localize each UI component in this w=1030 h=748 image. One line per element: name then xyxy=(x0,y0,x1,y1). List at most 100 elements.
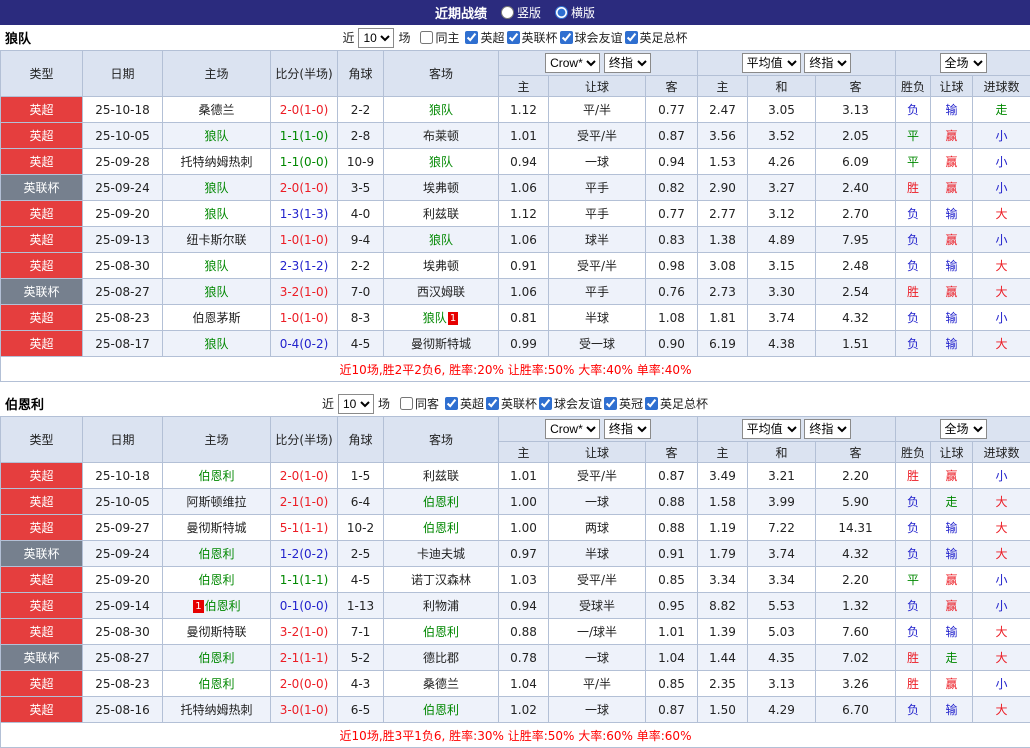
away-team-cell[interactable]: 伯恩利 xyxy=(384,697,499,723)
league-filter[interactable]: 英超 xyxy=(445,395,484,412)
home-team-cell[interactable]: 狼队 xyxy=(163,253,271,279)
home-team-cell[interactable]: 阿斯顿维拉 xyxy=(163,489,271,515)
score-cell[interactable]: 2-1(1-1) xyxy=(271,645,338,671)
away-team-cell[interactable]: 布莱顿 xyxy=(384,123,499,149)
league-checkbox[interactable] xyxy=(507,31,520,44)
score-cell[interactable]: 1-0(1-0) xyxy=(271,305,338,331)
layout-vertical-option[interactable]: 竖版 xyxy=(501,4,541,21)
home-team-cell[interactable]: 伯恩利 xyxy=(163,671,271,697)
home-team-cell[interactable]: 狼队 xyxy=(163,279,271,305)
home-team-cell[interactable]: 曼彻斯特城 xyxy=(163,515,271,541)
home-team-cell[interactable]: 伯恩利 xyxy=(163,645,271,671)
away-team-cell[interactable]: 埃弗顿 xyxy=(384,253,499,279)
home-team-cell[interactable]: 桑德兰 xyxy=(163,97,271,123)
odds-stage-select[interactable]: 终指 xyxy=(604,53,651,73)
odds-stage-select[interactable]: 终指 xyxy=(604,419,651,439)
away-team-cell[interactable]: 埃弗顿 xyxy=(384,175,499,201)
home-team-cell[interactable]: 狼队 xyxy=(163,331,271,357)
score-cell[interactable]: 2-3(1-2) xyxy=(271,253,338,279)
avg-source-select[interactable]: 平均值 xyxy=(742,53,801,73)
away-team-cell[interactable]: 德比郡 xyxy=(384,645,499,671)
league-filter[interactable]: 球会友谊 xyxy=(560,29,623,46)
league-checkbox[interactable] xyxy=(604,397,617,410)
league-filter[interactable]: 英冠 xyxy=(604,395,643,412)
league-filter[interactable]: 英联杯 xyxy=(486,395,537,412)
home-team-cell[interactable]: 伯恩利 xyxy=(163,567,271,593)
score-cell[interactable]: 2-0(1-0) xyxy=(271,463,338,489)
match-count-select[interactable]: 10 xyxy=(338,394,374,414)
home-team-cell[interactable]: 伯恩利 xyxy=(163,541,271,567)
away-team-cell[interactable]: 利兹联 xyxy=(384,463,499,489)
league-checkbox[interactable] xyxy=(445,397,458,410)
away-team-cell[interactable]: 狼队 xyxy=(384,97,499,123)
layout-horizontal-option[interactable]: 横版 xyxy=(555,4,595,21)
match-count-select[interactable]: 10 xyxy=(358,28,394,48)
home-team-cell[interactable]: 狼队 xyxy=(163,201,271,227)
home-team-cell[interactable]: 曼彻斯特联 xyxy=(163,619,271,645)
away-team-cell[interactable]: 利兹联 xyxy=(384,201,499,227)
away-team-cell[interactable]: 曼彻斯特城 xyxy=(384,331,499,357)
away-team-cell[interactable]: 伯恩利 xyxy=(384,489,499,515)
same-venue-checkbox[interactable] xyxy=(420,31,433,44)
odds-source-select[interactable]: Crow* xyxy=(545,419,600,439)
league-checkbox[interactable] xyxy=(486,397,499,410)
league-filter[interactable]: 英足总杯 xyxy=(645,395,708,412)
avg-stage-select[interactable]: 终指 xyxy=(804,53,851,73)
score-cell[interactable]: 2-1(1-0) xyxy=(271,489,338,515)
home-team-cell[interactable]: 1伯恩利 xyxy=(163,593,271,619)
score-cell[interactable]: 2-0(1-0) xyxy=(271,175,338,201)
score-cell[interactable]: 2-0(0-0) xyxy=(271,671,338,697)
away-team-cell[interactable]: 狼队 xyxy=(384,227,499,253)
score-cell[interactable]: 1-3(1-3) xyxy=(271,201,338,227)
avg-stage-select[interactable]: 终指 xyxy=(804,419,851,439)
home-team-cell[interactable]: 狼队 xyxy=(163,123,271,149)
away-team-cell[interactable]: 伯恩利 xyxy=(384,619,499,645)
score-cell[interactable]: 0-1(0-0) xyxy=(271,593,338,619)
odds-source-select[interactable]: Crow* xyxy=(545,53,600,73)
score-cell[interactable]: 1-1(0-0) xyxy=(271,149,338,175)
score-cell[interactable]: 1-1(1-0) xyxy=(271,123,338,149)
league-checkbox[interactable] xyxy=(539,397,552,410)
league-filter[interactable]: 英联杯 xyxy=(507,29,558,46)
home-team-cell[interactable]: 伯恩茅斯 xyxy=(163,305,271,331)
away-team-cell[interactable]: 狼队 xyxy=(384,149,499,175)
away-team-cell[interactable]: 西汉姆联 xyxy=(384,279,499,305)
league-checkbox[interactable] xyxy=(560,31,573,44)
result-scope-select[interactable]: 全场 xyxy=(940,53,987,73)
league-checkbox[interactable] xyxy=(465,31,478,44)
same-venue-checkbox[interactable] xyxy=(400,397,413,410)
home-team-cell[interactable]: 伯恩利 xyxy=(163,463,271,489)
league-checkbox[interactable] xyxy=(625,31,638,44)
home-team-cell[interactable]: 托特纳姆热刺 xyxy=(163,149,271,175)
score-cell[interactable]: 3-2(1-0) xyxy=(271,279,338,305)
home-team-cell[interactable]: 狼队 xyxy=(163,175,271,201)
score-cell[interactable]: 0-4(0-2) xyxy=(271,331,338,357)
league-filter[interactable]: 球会友谊 xyxy=(539,395,602,412)
home-team-cell[interactable]: 托特纳姆热刺 xyxy=(163,697,271,723)
same-venue-filter[interactable]: 同主 xyxy=(420,29,459,46)
goals-result-cell: 大 xyxy=(973,279,1030,305)
result-scope-select[interactable]: 全场 xyxy=(940,419,987,439)
vertical-radio[interactable] xyxy=(501,6,514,19)
goals-result-cell: 小 xyxy=(973,463,1030,489)
away-team-cell[interactable]: 狼队1 xyxy=(384,305,499,331)
away-team-cell[interactable]: 诺丁汉森林 xyxy=(384,567,499,593)
score-cell[interactable]: 1-2(0-2) xyxy=(271,541,338,567)
score-cell[interactable]: 3-0(1-0) xyxy=(271,697,338,723)
avg-source-select[interactable]: 平均值 xyxy=(742,419,801,439)
score-cell[interactable]: 3-2(1-0) xyxy=(271,619,338,645)
away-team-cell[interactable]: 卡迪夫城 xyxy=(384,541,499,567)
away-team-cell[interactable]: 利物浦 xyxy=(384,593,499,619)
score-cell[interactable]: 1-1(1-1) xyxy=(271,567,338,593)
league-filter[interactable]: 英足总杯 xyxy=(625,29,688,46)
score-cell[interactable]: 1-0(1-0) xyxy=(271,227,338,253)
same-venue-filter[interactable]: 同客 xyxy=(400,395,439,412)
away-team-cell[interactable]: 桑德兰 xyxy=(384,671,499,697)
home-team-cell[interactable]: 纽卡斯尔联 xyxy=(163,227,271,253)
league-filter[interactable]: 英超 xyxy=(465,29,504,46)
horizontal-radio[interactable] xyxy=(555,6,568,19)
away-team-cell[interactable]: 伯恩利 xyxy=(384,515,499,541)
score-cell[interactable]: 5-1(1-1) xyxy=(271,515,338,541)
score-cell[interactable]: 2-0(1-0) xyxy=(271,97,338,123)
league-checkbox[interactable] xyxy=(645,397,658,410)
